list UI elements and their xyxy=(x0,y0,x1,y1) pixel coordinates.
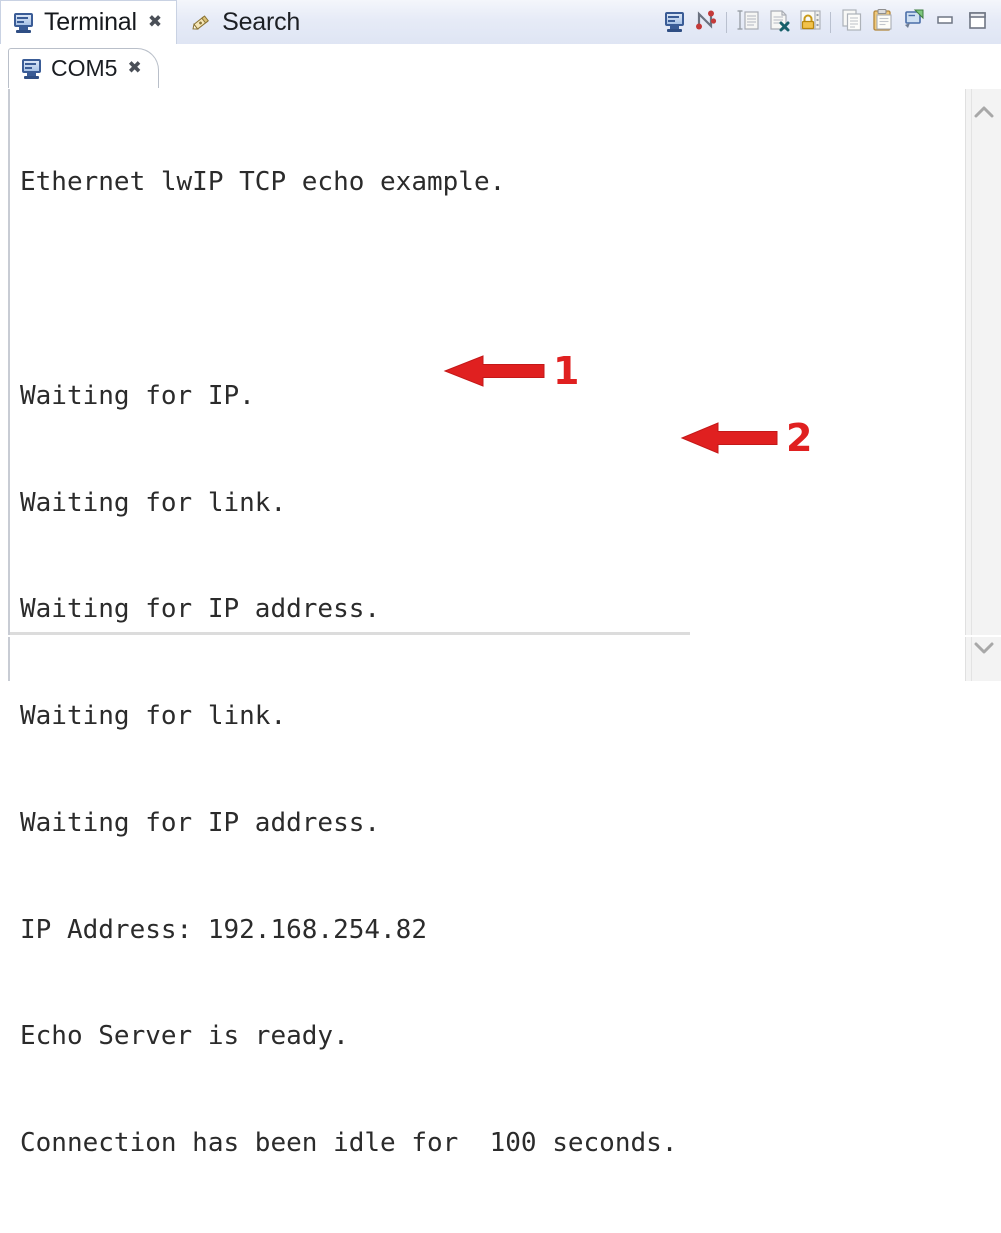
clear-console-button[interactable] xyxy=(763,7,794,38)
view-header: Terminal ✖ Search xyxy=(0,0,1001,44)
terminal-view-body: COM5 ✖ Ethernet lwIP TCP echo example. W… xyxy=(0,44,1001,1158)
minimize-button[interactable] xyxy=(929,7,961,38)
terminal-tab-com5-close-icon[interactable]: ✖ xyxy=(127,60,141,77)
clear-document-icon xyxy=(767,8,791,37)
view-tab-terminal[interactable]: Terminal ✖ xyxy=(0,0,178,44)
paste-clipboard-icon xyxy=(871,8,895,37)
view-tab-search-label: Search xyxy=(222,7,301,36)
scroll-up-button[interactable] xyxy=(966,95,1001,129)
view-tab-search[interactable]: Search xyxy=(177,0,314,44)
maximize-button[interactable] xyxy=(961,7,993,38)
word-wrap-icon xyxy=(736,8,760,37)
terminal-tab-com5-label: COM5 xyxy=(51,55,118,81)
lock-console-button[interactable] xyxy=(794,7,825,38)
terminal-output-line: Ethernet lwIP TCP echo example. xyxy=(20,167,506,198)
toolbar-separator xyxy=(726,11,727,33)
lock-icon xyxy=(798,8,822,37)
new-terminal-icon xyxy=(902,8,926,37)
terminal-tab-com5[interactable]: COM5 ✖ xyxy=(8,48,159,88)
toolbar-separator xyxy=(830,11,831,33)
view-tab-terminal-close-icon[interactable]: ✖ xyxy=(148,14,162,31)
view-tab-terminal-label: Terminal xyxy=(44,8,137,36)
terminal-output-frame[interactable]: Ethernet lwIP TCP echo example. Waiting … xyxy=(8,89,993,1158)
terminal-monitor-icon xyxy=(21,58,43,80)
maximize-icon xyxy=(966,9,988,36)
terminal-output-line: Waiting for IP. xyxy=(20,380,255,411)
terminal-output-line: Waiting for link. xyxy=(20,487,287,518)
terminal-output-line: Waiting for IP address. xyxy=(20,594,381,625)
word-wrap-button[interactable] xyxy=(732,7,763,38)
vertical-scrollbar[interactable] xyxy=(965,89,1001,681)
copy-button[interactable] xyxy=(836,7,867,38)
copy-icon xyxy=(840,8,864,37)
paste-button[interactable] xyxy=(867,7,898,38)
terminal-tab-bar: COM5 ✖ xyxy=(0,44,1001,90)
minimize-icon xyxy=(934,9,956,36)
pin-scroll-icon xyxy=(694,8,718,37)
new-terminal-button[interactable] xyxy=(898,7,929,38)
search-pen-icon xyxy=(189,10,213,34)
terminal-output-text: Ethernet lwIP TCP echo example. Waiting … xyxy=(20,94,941,1233)
chevron-down-icon xyxy=(974,642,994,654)
scrollbar-track xyxy=(971,89,972,681)
view-toolbar xyxy=(659,0,993,44)
terminal-output-line: Connection has been idle for 100 seconds… xyxy=(20,1128,678,1159)
terminal-output-line: Echo Server is ready. xyxy=(20,1021,349,1052)
terminal-output-line: IP Address: 192.168.254.82 xyxy=(20,914,427,945)
view-tab-bar: Terminal ✖ Search xyxy=(0,0,314,44)
chevron-up-icon xyxy=(974,106,994,118)
terminal-output-line: Waiting for IP address. xyxy=(20,807,381,838)
pin-console-button[interactable] xyxy=(690,7,721,38)
terminal-monitor-icon xyxy=(13,12,35,34)
display-selected-console-button[interactable] xyxy=(659,7,690,38)
terminal-output-line: Waiting for link. xyxy=(20,701,287,732)
monitor-icon xyxy=(664,11,686,33)
eclipse-terminal-window: Terminal ✖ Search COM5 ✖ Ethernet lwIP T… xyxy=(0,0,1001,1158)
